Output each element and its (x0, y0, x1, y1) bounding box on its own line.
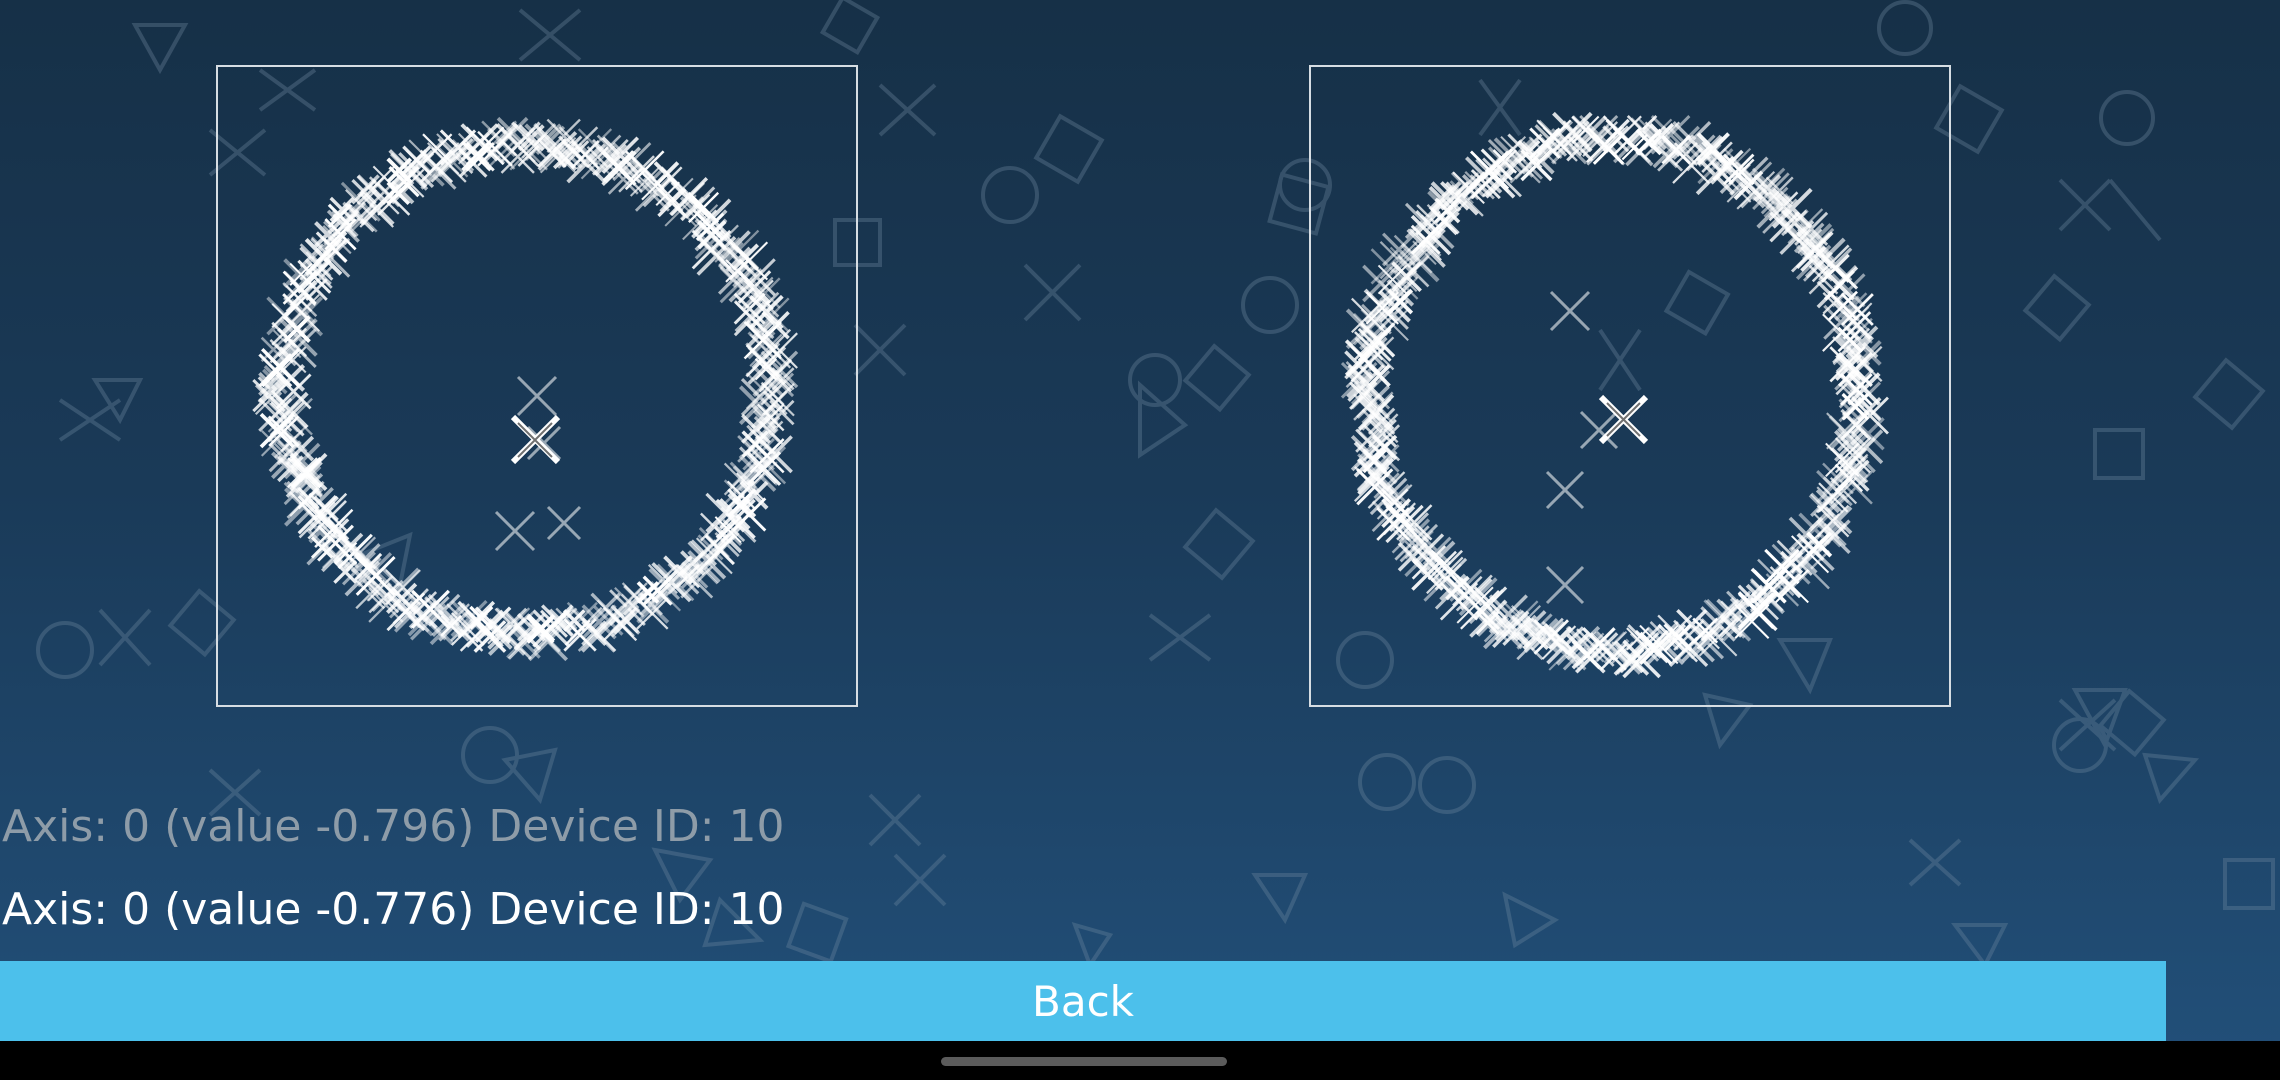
back-button[interactable]: Back (0, 961, 2166, 1041)
axis-readout-current: Axis: 0 (value -0.776) Device ID: 10 (2, 884, 785, 935)
right-stick-trace (1340, 111, 1889, 679)
left-stick-trace-ring (252, 116, 799, 662)
left-stick-trace-box (216, 65, 858, 707)
right-stick-trace-box (1309, 65, 1951, 707)
left-stick-trace (252, 116, 799, 662)
left-stick-center-marks (494, 375, 582, 552)
right-stick-center-marks (1545, 290, 1619, 605)
gesture-handle[interactable] (941, 1057, 1227, 1066)
right-stick-trace-ring (1340, 111, 1889, 679)
axis-readout-previous: Axis: 0 (value -0.796) Device ID: 10 (2, 801, 785, 852)
system-navigation-bar (0, 1041, 2280, 1080)
screen: Axis: 0 (value -0.796) Device ID: 10 Axi… (0, 0, 2280, 1080)
